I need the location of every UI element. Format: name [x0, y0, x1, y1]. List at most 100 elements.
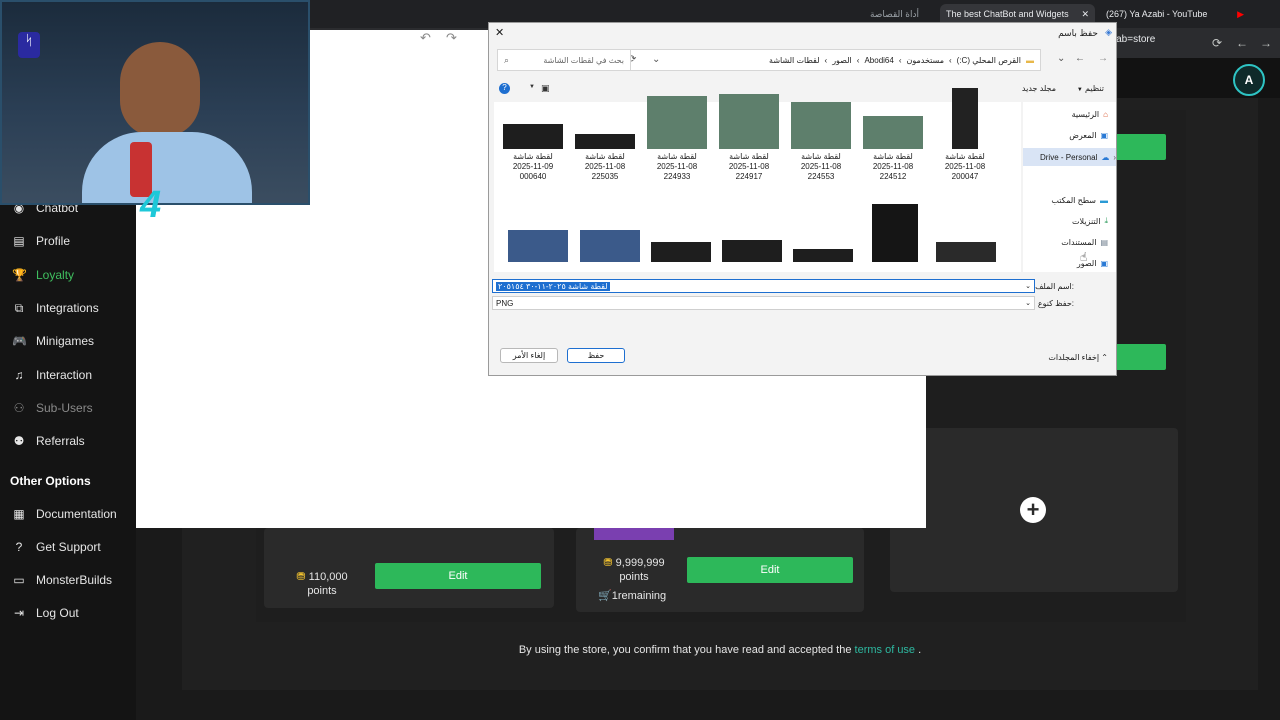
search-input[interactable]: ⌕ بحث في لقطات الشاشة [497, 49, 631, 71]
cart-icon: 🛒 [598, 590, 612, 602]
file-thumbnail [863, 116, 923, 149]
file-thumbnail[interactable] [508, 230, 568, 262]
other-options-heading: Other Options [10, 474, 91, 488]
green-button-partial[interactable] [1110, 344, 1166, 370]
chevron-down-icon[interactable]: ⌄ [652, 54, 660, 65]
file-item[interactable]: لقطة شاشة 2025-11-08 224933 [642, 96, 712, 182]
integrations-icon: ⧉ [14, 300, 24, 315]
edit-button[interactable]: Edit [687, 557, 853, 583]
doc-icon: ▦ [13, 507, 25, 521]
sidebar-item-integrations[interactable]: ⧉ Integrations [12, 298, 99, 318]
file-thumbnail [503, 124, 563, 149]
sidebar-item-loyalty[interactable]: 🏆 Loyalty [12, 265, 74, 285]
sidebar-item-documentation[interactable]: ▦ Documentation [12, 504, 116, 524]
file-thumbnail[interactable] [580, 230, 640, 262]
nav-desktop[interactable]: سطح المكتب ▬ [1051, 191, 1108, 209]
sidebar-item-profile[interactable]: ▤ Profile [12, 231, 70, 251]
chevron-right-icon: › [1113, 152, 1116, 162]
referrals-icon: ⚉ [13, 434, 25, 448]
streamer-shirt [82, 132, 252, 203]
breadcrumb-item[interactable]: القرص المحلي (C:) [957, 56, 1021, 65]
file-thumbnail [719, 94, 779, 149]
sidebar-item-support[interactable]: ? Get Support [12, 537, 101, 557]
breadcrumb-item[interactable]: لقطات الشاشة [769, 56, 819, 65]
chevron-down-icon[interactable]: ⌄ [1025, 299, 1031, 307]
help-icon: ? [15, 540, 23, 554]
sidebar-item-interaction[interactable]: ♫ Interaction [12, 365, 93, 385]
new-folder-button[interactable]: مجلد جديد [1022, 84, 1056, 93]
file-item[interactable]: لقطة شاشة 2025-11-08 224553 [786, 102, 856, 182]
music-icon: ♫ [14, 368, 24, 382]
file-thumbnail[interactable] [936, 242, 996, 262]
file-grid: لقطة شاشة 2025-11-09 000640 لقطة شاشة 2025-… [494, 88, 1021, 272]
sidebar-item-minigames[interactable]: 🎮 Minigames [12, 331, 94, 351]
file-item[interactable]: لقطة شاشة 2025-11-08 224512 [858, 116, 928, 182]
file-thumbnail [952, 88, 978, 149]
tab-chatbot[interactable]: The best ChatBot and Widgets ✕ [940, 4, 1095, 24]
back-icon[interactable]: ← [1236, 36, 1248, 50]
file-item[interactable]: لقطة شاشة 2025-11-08 225035 [570, 134, 640, 182]
breadcrumb-item[interactable]: الصور [832, 56, 852, 65]
breadcrumb-item[interactable]: Abodi64 [864, 56, 893, 65]
streamer-logo: 4 [140, 184, 162, 226]
file-thumbnail[interactable] [651, 242, 711, 262]
edit-button[interactable]: Edit [375, 563, 541, 589]
cloud-icon: ☁ [1101, 152, 1110, 162]
profile-icon: ▤ [13, 234, 25, 248]
nav-gallery[interactable]: المعرض ▣ [1069, 126, 1108, 144]
user-avatar[interactable]: A [1233, 64, 1265, 96]
tab-youtube[interactable]: (267) Ya Azabi - YouTube ▶ [1100, 4, 1250, 24]
chevron-down-icon[interactable]: ▼ [529, 84, 535, 90]
trophy-icon: 🏆 [12, 268, 27, 282]
sidebar-item-referrals[interactable]: ⚉ Referrals [12, 431, 85, 451]
organize-menu[interactable]: ▼ تنظيم [1077, 84, 1104, 93]
tab-snipping-tool[interactable]: أداة القصاصة [835, 4, 925, 24]
search-placeholder: بحث في لقطات الشاشة [543, 56, 624, 65]
nav-onedrive[interactable]: Drive - Personal ☁ › [1023, 148, 1116, 166]
chevron-down-icon[interactable]: ⌄ [1025, 282, 1031, 290]
file-thumbnail[interactable] [722, 240, 782, 262]
hide-folders-toggle[interactable]: إخفاء المجلدات ⌃ [1048, 353, 1108, 362]
terms-link[interactable]: terms of use [855, 644, 916, 656]
file-item[interactable]: لقطة شاشة 2025-11-08 224917 [714, 94, 784, 182]
file-thumbnail[interactable] [793, 249, 853, 262]
forward-icon[interactable]: → [1260, 36, 1272, 50]
pictures-icon: ▣ [1100, 258, 1108, 268]
filename-field[interactable]: لقطة شاشة ٢٠٢٥-١١-٣٠ ٢٠٥١٥٤ ⌄ [492, 279, 1035, 293]
points-label: ⛃ 110,000 points [296, 571, 348, 597]
nav-downloads[interactable]: التنزيلات ⤓ [1072, 212, 1108, 230]
users-icon: ⚇ [13, 401, 25, 415]
gallery-icon: ▣ [1100, 130, 1108, 140]
close-icon[interactable]: ✕ [1081, 9, 1089, 20]
save-button[interactable]: حفظ [567, 348, 625, 363]
breadcrumb-item[interactable]: مستخدمون [906, 56, 944, 65]
sidebar-item-sub-users[interactable]: ⚇ Sub-Users [12, 398, 93, 418]
sidebar-item-logout[interactable]: ⇥ Log Out [12, 603, 79, 623]
chevron-up-icon: ⌃ [1101, 353, 1108, 362]
filetype-label: حفظ كنوع: [1037, 299, 1074, 308]
redo-icon[interactable]: ↷ [446, 30, 457, 46]
green-button-partial[interactable] [1110, 134, 1166, 160]
view-icon[interactable]: ▣ [541, 83, 550, 94]
filename-label: اسم الملف: [1035, 282, 1074, 291]
help-icon[interactable]: ? [499, 83, 510, 94]
plus-icon[interactable]: + [1020, 497, 1046, 523]
filetype-select[interactable]: PNG ⌄ [492, 296, 1035, 310]
nav-home[interactable]: الرئيسية ⌂ [1072, 105, 1108, 123]
sidebar-item-monsterbuilds[interactable]: ▭ MonsterBuilds [12, 570, 112, 590]
address-breadcrumb[interactable]: ▬ القرص المحلي (C:) › مستخدمون › Abodi64… [623, 49, 1041, 71]
points-label: ⛃ 9,999,999 points [603, 557, 665, 583]
file-thumbnail[interactable] [872, 204, 918, 262]
streamer-face [120, 42, 200, 137]
cancel-button[interactable]: إلغاء الأمر [500, 348, 558, 363]
file-item[interactable]: لقطة شاشة 2025-11-09 000640 [498, 124, 568, 182]
reload-icon[interactable]: ⟳ [1212, 36, 1222, 50]
chevron-down-icon[interactable]: ⌄ [1057, 53, 1065, 64]
undo-icon[interactable]: ↶ [420, 30, 431, 46]
close-icon[interactable]: ✕ [495, 26, 504, 39]
file-item[interactable]: لقطة شاشة 2025-11-08 200047 [930, 88, 1000, 182]
back-arrow-icon[interactable]: → [1098, 53, 1108, 64]
coins-icon: ⛃ [296, 571, 306, 583]
forward-arrow-icon[interactable]: ← [1075, 53, 1085, 64]
nav-documents[interactable]: المستندات ▤ [1061, 233, 1108, 251]
